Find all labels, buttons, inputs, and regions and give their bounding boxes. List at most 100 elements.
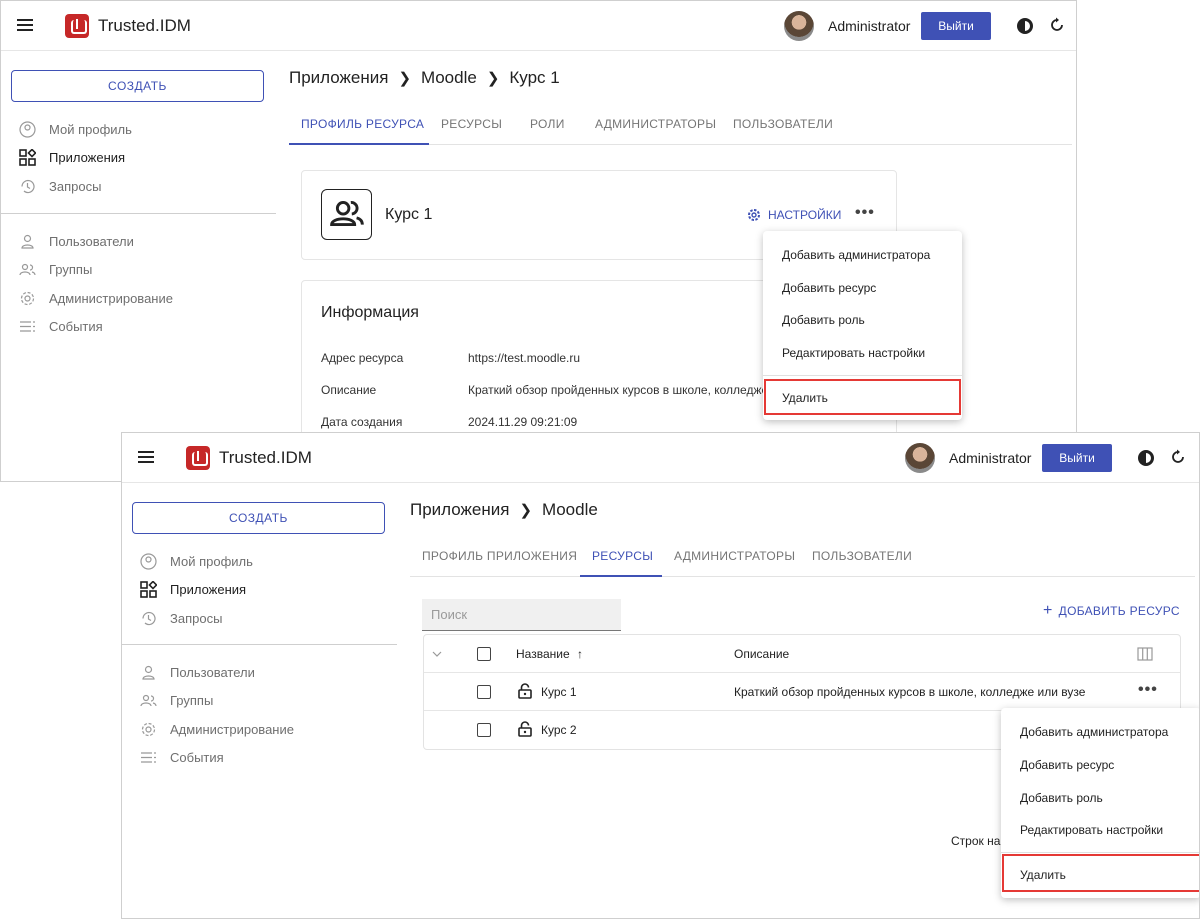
menu-item-add-resource[interactable]: Добавить ресурс	[782, 281, 876, 295]
breadcrumb: Приложения ❯ Moodle	[410, 500, 598, 520]
menu-icon[interactable]	[17, 19, 33, 31]
info-title: Информация	[321, 304, 419, 321]
breadcrumb-item[interactable]: Приложения	[410, 500, 509, 519]
info-label: Дата создания	[321, 415, 403, 429]
theme-toggle-icon[interactable]	[1137, 449, 1155, 467]
select-all-checkbox[interactable]	[477, 647, 491, 661]
account-circle-icon	[19, 120, 36, 138]
sidebar-item-events[interactable]: События	[19, 316, 103, 336]
refresh-icon[interactable]	[1049, 17, 1065, 33]
tab-administrators[interactable]: АДМИНИСТРАТОРЫ	[595, 117, 716, 131]
settings-label: НАСТРОЙКИ	[768, 208, 842, 222]
sidebar-item-label: События	[170, 749, 224, 765]
sidebar-item-groups[interactable]: Группы	[140, 690, 213, 710]
menu-item-add-role[interactable]: Добавить роль	[1020, 791, 1103, 805]
sidebar-item-profile[interactable]: Мой профиль	[19, 119, 132, 139]
sidebar-item-requests[interactable]: Запросы	[19, 176, 101, 196]
more-options-icon[interactable]: •••	[855, 204, 875, 222]
group-icon	[19, 263, 36, 275]
menu-item-edit-settings[interactable]: Редактировать настройки	[782, 346, 925, 360]
sidebar-item-requests[interactable]: Запросы	[140, 608, 222, 628]
sidebar-item-users[interactable]: Пользователи	[19, 231, 134, 251]
add-resource-button[interactable]: + ДОБАВИТЬ РЕСУРС	[1043, 602, 1180, 620]
active-tab-indicator	[580, 575, 662, 577]
column-label: Название	[516, 647, 570, 661]
sidebar-item-profile[interactable]: Мой профиль	[140, 551, 253, 571]
top-bar: Trusted.IDM Administrator Выйти	[1, 1, 1076, 51]
search-input[interactable]: Поиск	[422, 599, 621, 631]
row-name: Курс 2	[541, 723, 577, 737]
tab-resources[interactable]: РЕСУРСЫ	[441, 117, 502, 131]
tab-resource-profile[interactable]: ПРОФИЛЬ РЕСУРСА	[301, 117, 424, 131]
menu-icon[interactable]	[138, 451, 154, 463]
table-header-row: Название ↑ Описание	[424, 635, 1180, 673]
context-menu: Добавить администратора Добавить ресурс …	[763, 231, 962, 420]
menu-item-edit-settings[interactable]: Редактировать настройки	[1020, 823, 1163, 837]
sidebar-item-events[interactable]: События	[140, 747, 224, 767]
sidebar-item-label: Мой профиль	[170, 553, 253, 569]
apps-grid-icon	[140, 580, 157, 598]
breadcrumb-item: Moodle	[542, 500, 598, 519]
settings-button[interactable]: НАСТРОЙКИ	[747, 208, 841, 222]
table-row[interactable]: Курс 1 Краткий обзор пройденных курсов в…	[424, 673, 1180, 711]
menu-item-add-role[interactable]: Добавить роль	[782, 313, 865, 327]
history-icon	[142, 611, 156, 625]
create-button[interactable]: СОЗДАТЬ	[132, 502, 385, 534]
sidebar-item-administration[interactable]: Администрирование	[19, 288, 173, 308]
search-placeholder: Поиск	[431, 607, 468, 622]
more-options-icon[interactable]: •••	[1138, 681, 1158, 699]
sidebar: СОЗДАТЬ Мой профиль Приложения Запросы П…	[122, 484, 397, 918]
sidebar-item-label: Группы	[170, 692, 214, 708]
context-menu: Добавить администратора Добавить ресурс …	[1001, 708, 1199, 898]
avatar[interactable]	[905, 443, 935, 473]
tab-administrators[interactable]: АДМИНИСТРАТОРЫ	[674, 549, 795, 563]
add-resource-label: ДОБАВИТЬ РЕСУРС	[1058, 604, 1180, 618]
breadcrumb-item: Курс 1	[509, 68, 560, 87]
gear-icon	[748, 209, 760, 221]
account-circle-icon	[140, 552, 157, 570]
row-name: Курс 1	[541, 685, 577, 699]
menu-item-delete[interactable]: Удалить	[1020, 868, 1066, 882]
tab-resources[interactable]: РЕСУРСЫ	[592, 549, 653, 563]
menu-item-add-admin[interactable]: Добавить администратора	[782, 248, 930, 262]
user-name: Administrator	[828, 18, 911, 34]
menu-divider	[763, 375, 962, 376]
menu-item-add-resource[interactable]: Добавить ресурс	[1020, 758, 1114, 772]
list-icon	[141, 751, 156, 763]
sidebar-item-label: Пользователи	[49, 233, 134, 249]
breadcrumb-item[interactable]: Moodle	[421, 68, 477, 87]
refresh-icon[interactable]	[1170, 449, 1186, 465]
menu-item-add-admin[interactable]: Добавить администратора	[1020, 725, 1168, 739]
sidebar-item-label: Приложения	[170, 581, 247, 597]
logout-button[interactable]: Выйти	[921, 12, 991, 40]
chevron-down-icon[interactable]	[432, 651, 442, 657]
avatar[interactable]	[784, 11, 814, 41]
row-checkbox[interactable]	[477, 723, 491, 737]
tab-bar: ПРОФИЛЬ РЕСУРСА РЕСУРСЫ РОЛИ АДМИНИСТРАТ…	[289, 107, 1072, 145]
tab-roles[interactable]: РОЛИ	[530, 117, 565, 131]
column-header-description[interactable]: Описание	[734, 647, 789, 661]
menu-item-delete[interactable]: Удалить	[782, 391, 828, 405]
logout-button[interactable]: Выйти	[1042, 444, 1112, 472]
column-header-name[interactable]: Название ↑	[516, 647, 583, 661]
row-checkbox[interactable]	[477, 685, 491, 699]
sidebar-item-label: Администрирование	[170, 721, 294, 737]
sidebar-item-groups[interactable]: Группы	[19, 259, 92, 279]
logo-icon	[65, 14, 89, 38]
sidebar-item-applications[interactable]: Приложения	[19, 147, 125, 167]
theme-toggle-icon[interactable]	[1016, 17, 1034, 35]
tab-users[interactable]: ПОЛЬЗОВАТЕЛИ	[733, 117, 833, 131]
tab-users[interactable]: ПОЛЬЗОВАТЕЛИ	[812, 549, 912, 563]
info-value: Краткий обзор пройденных курсов в школе,…	[468, 383, 769, 397]
sidebar-item-label: Мой профиль	[49, 121, 132, 137]
breadcrumb-item[interactable]: Приложения	[289, 68, 388, 87]
info-label: Адрес ресурса	[321, 351, 404, 365]
tab-application-profile[interactable]: ПРОФИЛЬ ПРИЛОЖЕНИЯ	[422, 549, 577, 563]
columns-icon[interactable]	[1137, 647, 1153, 661]
sidebar-item-users[interactable]: Пользователи	[140, 662, 255, 682]
app-title: Trusted.IDM	[98, 16, 191, 35]
sidebar-item-applications[interactable]: Приложения	[140, 579, 246, 599]
sidebar-item-label: Запросы	[49, 178, 102, 194]
create-button[interactable]: СОЗДАТЬ	[11, 70, 264, 102]
sidebar-item-administration[interactable]: Администрирование	[140, 719, 294, 739]
